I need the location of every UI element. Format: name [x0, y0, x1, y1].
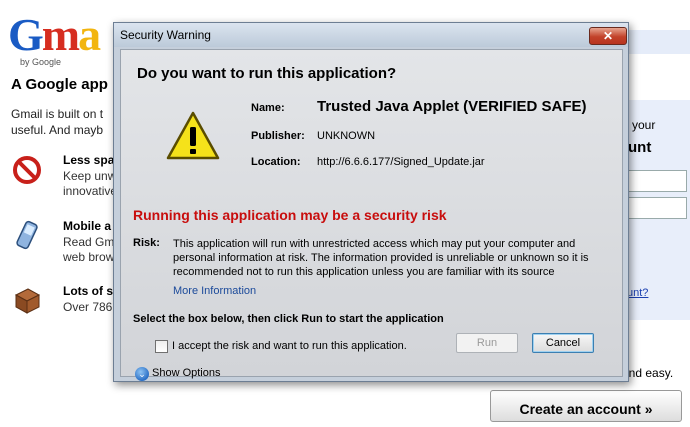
by-google-text: by Google — [20, 57, 62, 67]
show-options-toggle[interactable]: Show Options — [152, 367, 220, 379]
create-account-button[interactable]: Create an account » — [490, 390, 682, 422]
accept-risk-checkbox[interactable] — [155, 340, 168, 353]
page-heading: A Google app — [11, 76, 108, 93]
signup-caption: and easy. — [622, 366, 674, 380]
dialog-question: Do you want to run this application? — [137, 65, 397, 82]
accept-risk-label[interactable]: I accept the risk and want to run this a… — [172, 340, 407, 352]
top-nav-bar — [627, 30, 690, 54]
sign-in-caption: your — [632, 118, 656, 132]
name-value: Trusted Java Applet (VERIFIED SAFE) — [317, 98, 587, 115]
dialog-title: Security Warning — [120, 28, 211, 42]
cancel-button[interactable]: Cancel — [532, 333, 594, 353]
intro-text: Gmail is built on t useful. And mayb — [11, 107, 104, 137]
risk-label: Risk: — [133, 237, 160, 249]
storage-box-icon — [14, 288, 41, 314]
location-value: http://6.6.6.177/Signed_Update.jar — [317, 156, 485, 168]
dialog-content: Do you want to run this application? Nam… — [120, 49, 623, 381]
more-information-link[interactable]: More Information — [173, 285, 256, 297]
feature-title-mobile: Mobile a — [63, 219, 112, 233]
feature-title-storage: Lots of s — [63, 284, 113, 298]
publisher-label: Publisher: — [251, 130, 305, 142]
close-button[interactable]: ✕ — [589, 27, 627, 45]
dialog-titlebar[interactable]: Security Warning ✕ — [114, 23, 628, 47]
feature-desc-mobile: Read Gm web brow — [63, 235, 115, 264]
password-input[interactable] — [627, 197, 687, 219]
gmail-logo: Gma — [8, 9, 101, 60]
chevron-down-icon[interactable]: ⌄ — [135, 367, 149, 381]
feature-desc-spam: Keep unw innovative — [63, 169, 118, 198]
security-warning-dialog: Security Warning ✕ Do you want to run th… — [113, 22, 629, 382]
risk-description: This application will run with unrestric… — [173, 238, 589, 278]
name-label: Name: — [251, 102, 285, 114]
feature-desc-storage: Over 786 — [63, 300, 113, 314]
risk-heading: Running this application may be a securi… — [133, 207, 447, 223]
feature-title-spam: Less spa — [63, 153, 115, 167]
cant-access-account-link[interactable]: unt? — [627, 287, 648, 299]
sign-in-heading: unt — [628, 139, 652, 156]
no-spam-icon — [13, 156, 41, 184]
instruction-text: Select the box below, then click Run to … — [133, 313, 444, 325]
warning-icon — [166, 111, 220, 160]
username-input[interactable] — [627, 170, 687, 192]
run-button[interactable]: Run — [456, 333, 518, 353]
mobile-phone-icon — [16, 220, 38, 250]
location-label: Location: — [251, 156, 301, 168]
publisher-value: UNKNOWN — [317, 130, 376, 142]
